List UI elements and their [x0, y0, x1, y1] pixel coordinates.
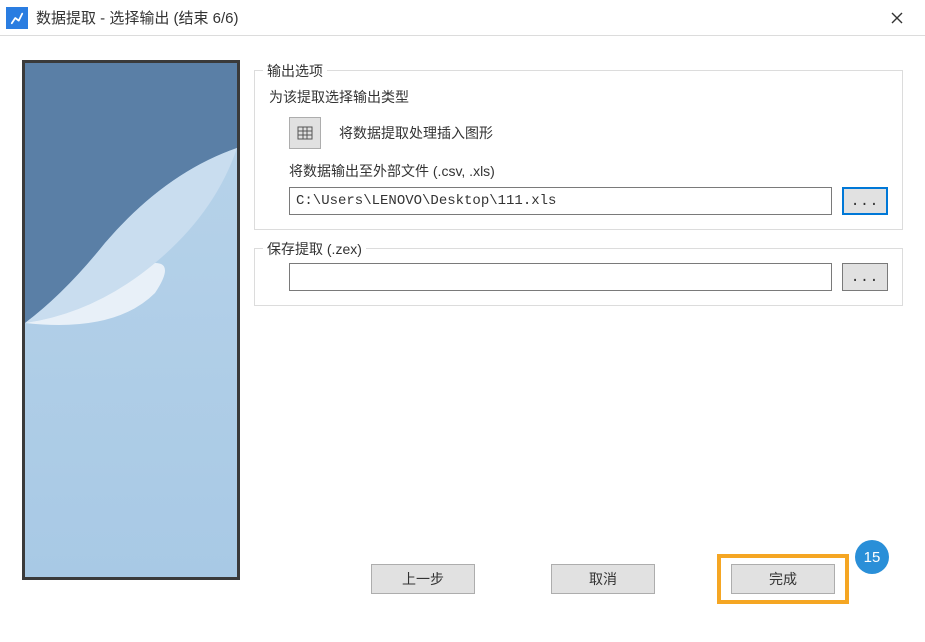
external-browse-button[interactable]: ... — [842, 187, 888, 215]
external-path-input[interactable] — [289, 187, 832, 215]
save-extract-legend: 保存提取 (.zex) — [263, 239, 366, 259]
content-area: 输出选项 为该提取选择输出类型 将数据提取处理插入图形 将数据输出至外部文件 (… — [0, 36, 925, 642]
right-pane: 输出选项 为该提取选择输出类型 将数据提取处理插入图形 将数据输出至外部文件 (… — [240, 60, 903, 642]
output-options-legend: 输出选项 — [263, 61, 327, 81]
table-insert-icon — [297, 125, 313, 141]
close-icon — [891, 12, 903, 24]
page-curl-graphic — [25, 63, 237, 577]
preview-frame — [22, 60, 240, 580]
app-icon — [6, 7, 28, 29]
close-button[interactable] — [877, 3, 917, 33]
insert-row: 将数据提取处理插入图形 — [289, 117, 888, 149]
back-button[interactable]: 上一步 — [371, 564, 475, 594]
external-output-row: ... — [289, 187, 888, 215]
titlebar: 数据提取 - 选择输出 (结束 6/6) — [0, 0, 925, 36]
step-callout-badge: 15 — [855, 540, 889, 574]
output-subtitle: 为该提取选择输出类型 — [269, 87, 888, 107]
save-extract-group: 保存提取 (.zex) ... — [254, 248, 903, 306]
finish-button[interactable]: 完成 — [731, 564, 835, 594]
cancel-button[interactable]: 取消 — [551, 564, 655, 594]
window-title: 数据提取 - 选择输出 (结束 6/6) — [36, 7, 877, 28]
save-extract-input[interactable] — [289, 263, 832, 291]
save-extract-browse-button[interactable]: ... — [842, 263, 888, 291]
insert-into-graphic-button[interactable] — [289, 117, 321, 149]
save-extract-row: ... — [289, 263, 888, 291]
insert-label: 将数据提取处理插入图形 — [339, 123, 493, 143]
output-options-group: 输出选项 为该提取选择输出类型 将数据提取处理插入图形 将数据输出至外部文件 (… — [254, 70, 903, 230]
footer-buttons: 上一步 取消 完成 — [256, 564, 903, 594]
external-output-label: 将数据输出至外部文件 (.csv, .xls) — [289, 161, 888, 181]
